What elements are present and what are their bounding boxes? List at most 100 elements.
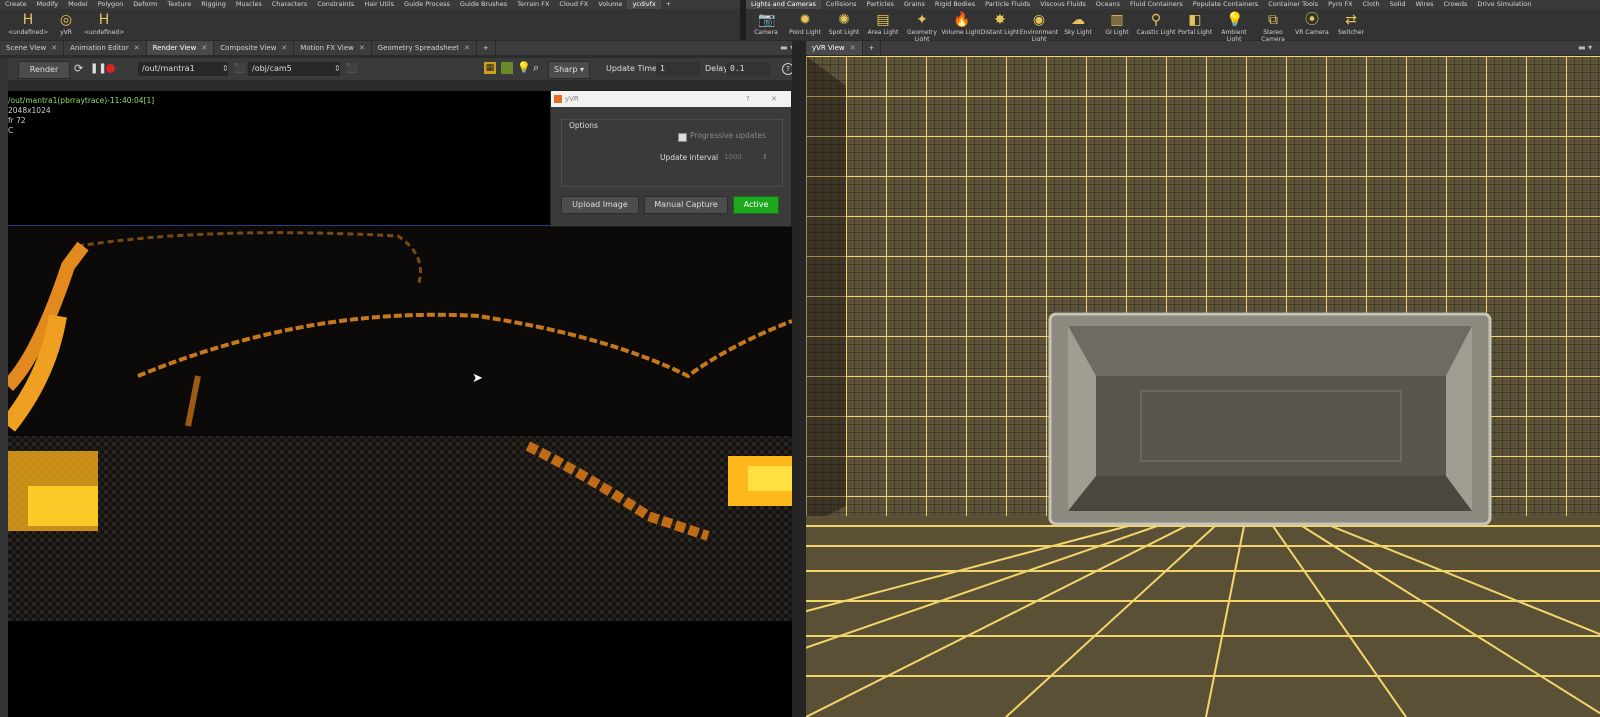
update-interval-field[interactable]: 1000 — [720, 151, 764, 163]
right-pane-menu-icon[interactable]: ▬ ▾ — [1578, 41, 1592, 55]
manual-capture-button[interactable]: Manual Capture — [644, 196, 728, 214]
shelf-right-tool-stereo-camera[interactable]: ⧉ Stereo Camera — [1253, 9, 1293, 43]
tab-composite-view[interactable]: Composite View ✕ — [214, 41, 295, 55]
shelf-tab-rigging[interactable]: Rigging — [196, 0, 231, 9]
yvr-close-button[interactable]: ✕ — [771, 91, 777, 107]
shelf-left-tool-yvr[interactable]: ◎ yVR — [46, 9, 86, 36]
shelf-left-tool-houdini[interactable]: H <undefined> — [84, 9, 124, 36]
shelf-tab-characters[interactable]: Characters — [267, 0, 312, 9]
shelf-tab-container-tools[interactable]: Container Tools — [1263, 0, 1323, 9]
shelf-tab-rigid-bodies[interactable]: Rigid Bodies — [930, 0, 980, 9]
shelf-tab-modify[interactable]: Modify — [32, 0, 64, 9]
shelf-tab-texture[interactable]: Texture — [162, 0, 196, 9]
shelf-right-tool-caustic-light[interactable]: ⚲ Caustic Light — [1136, 9, 1176, 36]
shelf-tab-fluid-containers[interactable]: Fluid Containers — [1125, 0, 1188, 9]
shelf-add-tab-button[interactable]: + — [661, 0, 676, 9]
shelf-right-tool-ambient-light[interactable]: 💡 Ambient Light — [1214, 9, 1254, 43]
stop-icon[interactable] — [106, 64, 115, 73]
shelf-tab-terrain-fx[interactable]: Terrain FX — [512, 0, 554, 9]
shelf-tab-solid[interactable]: Solid — [1385, 0, 1411, 9]
shelf-tab-collisions[interactable]: Collisions — [821, 0, 862, 9]
output-path-field[interactable]: /out/mantra1 — [138, 62, 228, 76]
pane-divider[interactable] — [792, 41, 806, 717]
tab-close-icon[interactable]: ✕ — [359, 44, 365, 52]
shelf-tab-guide-process[interactable]: Guide Process — [399, 0, 455, 9]
camera-jump-icon[interactable]: ⬛ — [346, 62, 357, 76]
tab-render-view[interactable]: Render View ✕ — [146, 41, 215, 55]
shelf-tab-grains[interactable]: Grains — [899, 0, 930, 9]
region-icon[interactable] — [501, 62, 513, 74]
shelf-right-tool-point-light[interactable]: ✹ Point Light — [785, 9, 825, 36]
output-jump-icon[interactable]: ⬛ — [234, 62, 245, 76]
shelf-tab-model[interactable]: Model — [63, 0, 93, 9]
shelf-tab-muscles[interactable]: Muscles — [231, 0, 267, 9]
shelf-divider[interactable] — [740, 0, 746, 40]
shelf-tab-polygon[interactable]: Polygon — [93, 0, 129, 9]
shelf-tab-volume[interactable]: Volume — [593, 0, 627, 9]
shelf-right-tool-geometry-light[interactable]: ✦ Geometry Light — [902, 9, 942, 43]
shelf-right-tool-vr-camera[interactable]: ⦿ VR Camera — [1292, 9, 1332, 36]
shelf-right-tool-camera[interactable]: 📷 Camera — [746, 9, 786, 36]
tab-geometry-spreadsheet[interactable]: Geometry Spreadsheet ✕ — [372, 41, 477, 55]
tab-close-icon[interactable]: ✕ — [51, 44, 57, 52]
shelf-tab-drive-simulation[interactable]: Drive Simulation — [1472, 0, 1536, 9]
active-toggle-button[interactable]: Active — [733, 196, 779, 214]
shelf-tab-particles[interactable]: Particles — [861, 0, 898, 9]
sharp-dropdown[interactable]: Sharp ▾ — [548, 61, 590, 79]
tab-close-icon[interactable]: ✕ — [464, 44, 470, 52]
shelf-right-tool-gi-light[interactable]: ▥ GI Light — [1097, 9, 1137, 36]
camera-dropdown-icon[interactable]: ⇕ — [334, 62, 341, 76]
shelf-tab-oceans[interactable]: Oceans — [1091, 0, 1125, 9]
shelf-right-tool-sky-light[interactable]: ☁ Sky Light — [1058, 9, 1098, 36]
update-interval-spinner-icon[interactable]: ⇕ — [762, 151, 768, 163]
refresh-icon[interactable]: ⟳ — [74, 61, 83, 77]
tab-close-icon[interactable]: ✕ — [281, 44, 287, 52]
shelf-right-tool-switcher[interactable]: ⇄ Switcher — [1331, 9, 1371, 36]
tab-animation-editor[interactable]: Animation Editor ✕ — [64, 41, 147, 55]
render-button[interactable]: Render — [18, 61, 70, 79]
upload-image-button[interactable]: Upload Image — [561, 196, 639, 214]
yvr-viewport[interactable] — [806, 56, 1600, 717]
shelf-left-tool-houdini[interactable]: H <undefined> — [8, 9, 48, 36]
shelf-right-tool-volume-light[interactable]: 🔥 Volume Light — [941, 9, 981, 36]
shelf-tab-populate-containers[interactable]: Populate Containers — [1188, 0, 1263, 9]
shelf-tab-deform[interactable]: Deform — [128, 0, 162, 9]
shelf-tab-hair-utils[interactable]: Hair Utils — [359, 0, 399, 9]
shelf-tab-constraints[interactable]: Constraints — [312, 0, 359, 9]
shelf-right-tool-area-light[interactable]: ▤ Area Light — [863, 9, 903, 36]
shelf-right-tool-spot-light[interactable]: ✺ Spot Light — [824, 9, 864, 36]
camera-path-field[interactable]: /obj/cam5 — [248, 62, 340, 76]
progressive-updates-checkbox[interactable] — [678, 133, 687, 142]
shelf-tab-pyro-fx[interactable]: Pyro FX — [1323, 0, 1358, 9]
tab-yvr-view[interactable]: yVR View ✕ — [806, 41, 863, 55]
yvr-dialog-titlebar[interactable]: yVR ? ✕ — [551, 91, 791, 107]
shelf-tab-create[interactable]: Create — [0, 0, 32, 9]
tab-motion-fx-view[interactable]: Motion FX View ✕ — [294, 41, 372, 55]
tab-scene-view[interactable]: Scene View ✕ — [0, 41, 65, 55]
shelf-tab-ycdivfx[interactable]: ycdivfx — [627, 0, 661, 9]
shelf-right-tool-portal-light[interactable]: ◧ Portal Light — [1175, 9, 1215, 36]
add-tab-button[interactable]: + — [477, 41, 496, 55]
shelf-tab-cloud-fx[interactable]: Cloud FX — [554, 0, 593, 9]
snapshot-icon[interactable]: ▦ — [484, 62, 496, 74]
shelf-tab-wires[interactable]: Wires — [1410, 0, 1438, 9]
tab-close-icon[interactable]: ✕ — [850, 44, 856, 52]
tab-close-icon[interactable]: ✕ — [134, 44, 140, 52]
pause-icon[interactable]: ❚❚ — [90, 61, 107, 77]
light-icon[interactable]: 💡 — [517, 60, 531, 76]
shelf-right-tool-distant-light[interactable]: ✸ Distant Light — [980, 9, 1020, 36]
add-tab-button[interactable]: + — [863, 41, 882, 55]
update-time-field[interactable]: 1 — [656, 62, 700, 76]
shelf-tab-cloth[interactable]: Cloth — [1358, 0, 1385, 9]
shelf-tab-particle-fluids[interactable]: Particle Fluids — [980, 0, 1035, 9]
shelf-tab-crowds[interactable]: Crowds — [1439, 0, 1473, 9]
tab-close-icon[interactable]: ✕ — [201, 44, 207, 52]
shelf-tab-viscous-fluids[interactable]: Viscous Fluids — [1035, 0, 1091, 9]
shelf-right-tool-environment-light[interactable]: ◉ Environment Light — [1019, 9, 1059, 43]
output-dropdown-icon[interactable]: ⇕ — [222, 62, 229, 76]
yvr-help-button[interactable]: ? — [746, 91, 750, 107]
shelf-tab-lights-and-cameras[interactable]: Lights and Cameras — [746, 0, 821, 9]
zoom-icon[interactable]: ⌕ — [533, 60, 539, 76]
shelf-tab-guide-brushes[interactable]: Guide Brushes — [455, 0, 512, 9]
delay-field[interactable]: 0.1 — [726, 62, 770, 76]
